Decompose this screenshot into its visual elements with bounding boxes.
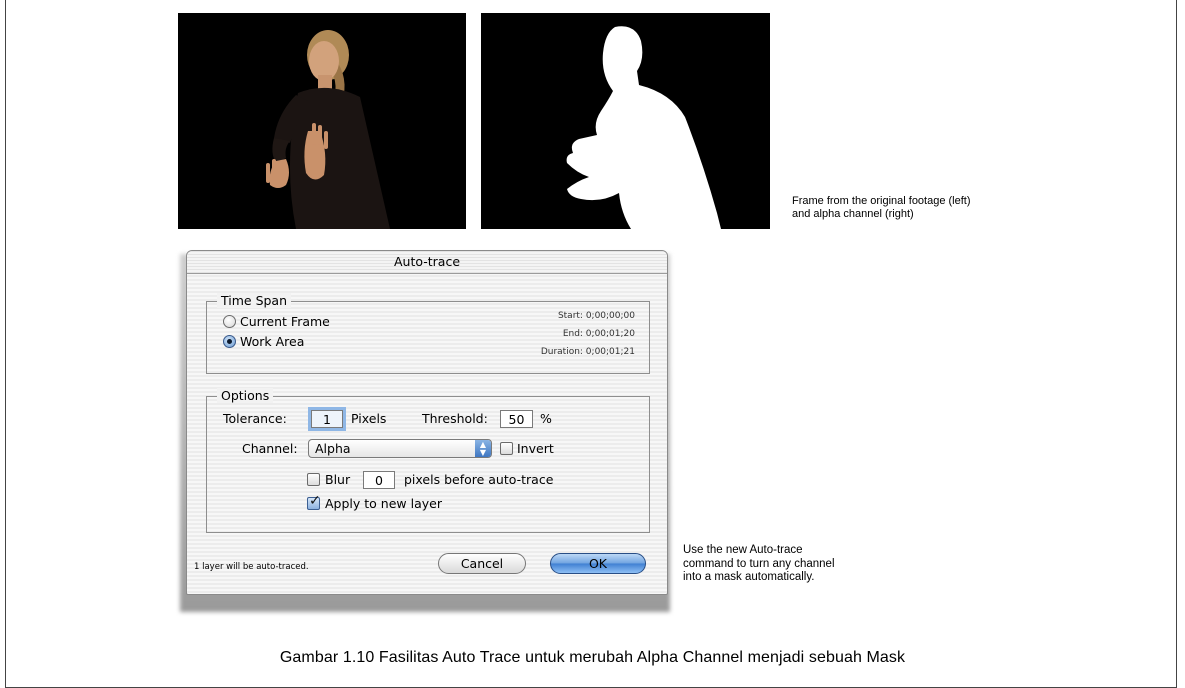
channel-label: Channel: bbox=[242, 441, 298, 456]
photos-caption-line2: and alpha channel (right) bbox=[792, 208, 914, 220]
tolerance-label: Tolerance: bbox=[223, 411, 287, 426]
work-area-radio[interactable] bbox=[223, 335, 236, 348]
dialog-caption: Use the new Auto-trace command to turn a… bbox=[683, 544, 903, 585]
current-frame-label: Current Frame bbox=[240, 314, 330, 329]
end-time: End: 0;00;01;20 bbox=[562, 329, 635, 339]
tolerance-unit: Pixels bbox=[351, 411, 387, 426]
cancel-button[interactable]: Cancel bbox=[438, 553, 526, 574]
start-time: Start: 0;00;00;00 bbox=[557, 311, 635, 321]
photos-caption-line1: Frame from the original footage (left) bbox=[792, 195, 971, 207]
select-arrows-icon: ▲ ▼ bbox=[475, 440, 491, 457]
time-span-group: Time Span Current Frame Work Area Start:… bbox=[206, 293, 650, 374]
figure-caption: Gambar 1.10 Fasilitas Auto Trace untuk m… bbox=[279, 649, 906, 666]
work-area-radio-row[interactable]: Work Area bbox=[223, 334, 304, 349]
options-group: Options Tolerance: 1 Pixels Threshold: 5… bbox=[206, 388, 650, 533]
channel-select[interactable]: Alpha ▲ ▼ bbox=[308, 439, 492, 458]
threshold-unit: % bbox=[540, 411, 552, 426]
dialog-caption-line1: Use the new Auto-trace bbox=[683, 544, 803, 556]
current-frame-radio-row[interactable]: Current Frame bbox=[223, 314, 330, 329]
invert-label: Invert bbox=[517, 441, 554, 456]
dialog-caption-line3: into a mask automatically. bbox=[683, 571, 815, 583]
dialog-title: Auto-trace bbox=[187, 251, 667, 274]
apply-new-layer-checkbox[interactable]: ✓ bbox=[307, 493, 321, 510]
channel-select-value: Alpha bbox=[315, 441, 351, 456]
time-span-label: Time Span bbox=[217, 293, 292, 308]
blur-checkbox[interactable] bbox=[307, 473, 320, 486]
ok-button[interactable]: OK bbox=[550, 553, 646, 574]
blur-label: Blur bbox=[325, 472, 351, 487]
apply-new-layer-label: Apply to new layer bbox=[325, 496, 442, 511]
alpha-channel-image bbox=[481, 13, 770, 229]
auto-trace-dialog: Auto-trace Time Span Current Frame Work … bbox=[186, 250, 668, 595]
duration-time: Duration: 0;00;01;21 bbox=[540, 347, 635, 357]
layer-count-note: 1 layer will be auto-traced. bbox=[194, 562, 309, 572]
current-frame-radio[interactable] bbox=[223, 315, 236, 328]
options-label: Options bbox=[217, 388, 274, 403]
blur-suffix: pixels before auto-trace bbox=[404, 472, 554, 487]
dialog-caption-line2: command to turn any channel bbox=[683, 557, 835, 570]
tolerance-input[interactable]: 1 bbox=[308, 407, 346, 431]
checkmark-icon: ✓ bbox=[309, 493, 321, 509]
blur-input[interactable]: 0 bbox=[363, 471, 395, 489]
photos-caption: Frame from the original footage (left) a… bbox=[792, 195, 1092, 221]
original-footage-image bbox=[178, 13, 466, 229]
work-area-label: Work Area bbox=[240, 334, 305, 349]
threshold-label: Threshold: bbox=[422, 411, 488, 426]
invert-checkbox[interactable] bbox=[500, 442, 513, 455]
threshold-input[interactable]: 50 bbox=[500, 410, 533, 428]
